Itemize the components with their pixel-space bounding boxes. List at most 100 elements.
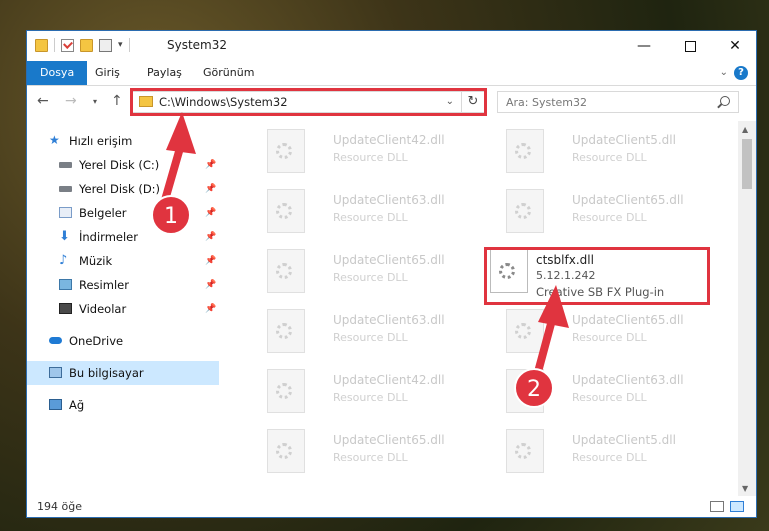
file-name: UpdateClient5.dll bbox=[572, 133, 676, 147]
scroll-thumb[interactable] bbox=[742, 139, 752, 189]
pin-icon[interactable]: 📌 bbox=[205, 297, 216, 321]
file-name: UpdateClient65.dll bbox=[333, 253, 445, 267]
file-item[interactable]: UpdateClient65.dll Resource DLL bbox=[498, 305, 718, 365]
maximize-button[interactable] bbox=[667, 31, 713, 61]
maximize-icon bbox=[684, 40, 696, 52]
file-name: UpdateClient42.dll bbox=[333, 133, 445, 147]
file-item[interactable]: UpdateClient63.dll Resource DLL bbox=[259, 305, 479, 365]
drive-icon bbox=[59, 162, 72, 168]
nav-item-label: Belgeler bbox=[79, 206, 127, 220]
recent-locations-icon[interactable]: ▾ bbox=[93, 97, 97, 106]
tiles-view-icon[interactable] bbox=[730, 501, 744, 512]
gear-icon bbox=[276, 143, 292, 159]
pin-icon[interactable]: 📌 bbox=[205, 225, 216, 249]
help-icon[interactable]: ? bbox=[734, 66, 748, 80]
scroll-down-icon[interactable]: ▼ bbox=[742, 484, 748, 493]
nav-item-onedrive[interactable]: OneDrive bbox=[27, 329, 219, 353]
nav-item-documents[interactable]: Belgeler 📌 bbox=[27, 201, 219, 225]
nav-item-downloads[interactable]: ⬇ İndirmeler 📌 bbox=[27, 225, 219, 249]
music-icon: ♪ bbox=[59, 253, 68, 268]
documents-icon bbox=[59, 207, 72, 218]
cloud-icon bbox=[49, 337, 62, 344]
file-type: Resource DLL bbox=[333, 211, 408, 224]
gear-icon bbox=[276, 383, 292, 399]
dll-file-icon bbox=[267, 189, 305, 233]
vertical-scrollbar[interactable]: ▲ ▼ bbox=[738, 121, 756, 496]
new-folder-icon[interactable] bbox=[80, 38, 93, 52]
search-placeholder: Ara: System32 bbox=[506, 96, 588, 109]
dll-file-icon bbox=[267, 429, 305, 473]
gear-icon bbox=[515, 203, 531, 219]
nav-item-network[interactable]: Ağ bbox=[27, 393, 219, 417]
pin-icon[interactable]: 📌 bbox=[205, 153, 216, 177]
quick-access-toolbar: ▾ bbox=[35, 38, 130, 52]
computer-icon bbox=[49, 367, 62, 378]
file-name: UpdateClient65.dll bbox=[572, 313, 684, 327]
file-name: UpdateClient63.dll bbox=[333, 193, 445, 207]
folder-icon bbox=[35, 38, 48, 52]
file-type: Resource DLL bbox=[572, 451, 647, 464]
file-item[interactable]: UpdateClient65.dll Resource DLL bbox=[259, 425, 479, 485]
back-arrow-icon[interactable]: ← bbox=[37, 93, 49, 109]
nav-item-label: Yerel Disk (D:) bbox=[79, 182, 161, 196]
nav-item-label: Müzik bbox=[79, 254, 113, 268]
file-item[interactable]: UpdateClient42.dll Resource DLL bbox=[259, 365, 479, 425]
properties-check-icon[interactable] bbox=[61, 38, 74, 52]
ribbon-tabs: Dosya Giriş Paylaş Görünüm ⌄ ? bbox=[27, 61, 756, 86]
minimize-button[interactable]: — bbox=[621, 31, 667, 61]
scroll-up-icon[interactable]: ▲ bbox=[742, 125, 748, 134]
dll-file-icon bbox=[506, 189, 544, 233]
nav-item-local-disk-c[interactable]: Yerel Disk (C:) 📌 bbox=[27, 153, 219, 177]
file-item[interactable]: UpdateClient42.dll Resource DLL bbox=[259, 125, 479, 185]
tab-gorunum[interactable]: Görünüm bbox=[193, 61, 264, 85]
file-item[interactable]: UpdateClient63.dll Resource DLL bbox=[498, 365, 718, 425]
gear-icon bbox=[515, 383, 531, 399]
nav-item-pictures[interactable]: Resimler 📌 bbox=[27, 273, 219, 297]
status-bar: 194 öğe bbox=[27, 496, 756, 517]
file-list: UpdateClient42.dll Resource DLL UpdateCl… bbox=[219, 121, 736, 491]
nav-item-local-disk-d[interactable]: Yerel Disk (D:) 📌 bbox=[27, 177, 219, 201]
forward-arrow-icon[interactable]: → bbox=[65, 93, 77, 109]
pin-icon[interactable]: 📌 bbox=[205, 177, 216, 201]
dll-file-icon bbox=[267, 129, 305, 173]
gear-icon bbox=[515, 143, 531, 159]
star-icon: ★ bbox=[49, 133, 60, 147]
tab-giris[interactable]: Giriş bbox=[85, 61, 130, 85]
file-item[interactable]: UpdateClient5.dll Resource DLL bbox=[498, 425, 718, 485]
nav-item-label: İndirmeler bbox=[79, 230, 138, 244]
explorer-window: ▾ System32 — ✕ Dosya Giriş Paylaş Görünü… bbox=[26, 30, 757, 518]
pin-icon[interactable]: 📌 bbox=[205, 249, 216, 273]
dll-file-icon bbox=[506, 309, 544, 353]
nav-item-this-pc[interactable]: Bu bilgisayar bbox=[27, 361, 219, 385]
pin-icon[interactable]: 📌 bbox=[205, 273, 216, 297]
details-view-icon[interactable] bbox=[710, 501, 724, 512]
search-icon[interactable] bbox=[720, 96, 730, 106]
file-type: Resource DLL bbox=[572, 391, 647, 404]
close-button[interactable]: ✕ bbox=[712, 31, 756, 61]
nav-item-quick-access[interactable]: ★ Hızlı erişim bbox=[27, 129, 219, 153]
up-arrow-icon[interactable]: ↑ bbox=[111, 93, 123, 109]
file-item[interactable]: UpdateClient65.dll Resource DLL bbox=[498, 185, 718, 245]
file-item[interactable]: UpdateClient5.dll Resource DLL bbox=[498, 125, 718, 185]
file-type: Resource DLL bbox=[572, 151, 647, 164]
file-item[interactable]: UpdateClient63.dll Resource DLL bbox=[259, 185, 479, 245]
nav-item-label: Resimler bbox=[79, 278, 129, 292]
nav-item-label: Ağ bbox=[69, 398, 85, 412]
nav-item-videos[interactable]: Videolar 📌 bbox=[27, 297, 219, 321]
pin-icon[interactable]: 📌 bbox=[205, 201, 216, 225]
search-input[interactable]: Ara: System32 bbox=[497, 91, 739, 113]
network-icon bbox=[49, 399, 62, 410]
tab-dosya[interactable]: Dosya bbox=[27, 61, 88, 85]
ribbon-expand-icon[interactable]: ⌄ bbox=[720, 67, 728, 78]
tab-paylas[interactable]: Paylaş bbox=[137, 61, 192, 85]
video-icon bbox=[59, 303, 72, 314]
dll-file-icon bbox=[506, 129, 544, 173]
chevron-down-icon[interactable]: ▾ bbox=[118, 40, 123, 50]
item-count: 194 öğe bbox=[37, 500, 82, 513]
gear-icon bbox=[515, 443, 531, 459]
dll-file-icon bbox=[506, 429, 544, 473]
customize-icon[interactable] bbox=[99, 38, 112, 52]
nav-item-music[interactable]: ♪ Müzik 📌 bbox=[27, 249, 219, 273]
file-item[interactable]: UpdateClient65.dll Resource DLL bbox=[259, 245, 479, 305]
nav-item-label: Videolar bbox=[79, 302, 127, 316]
